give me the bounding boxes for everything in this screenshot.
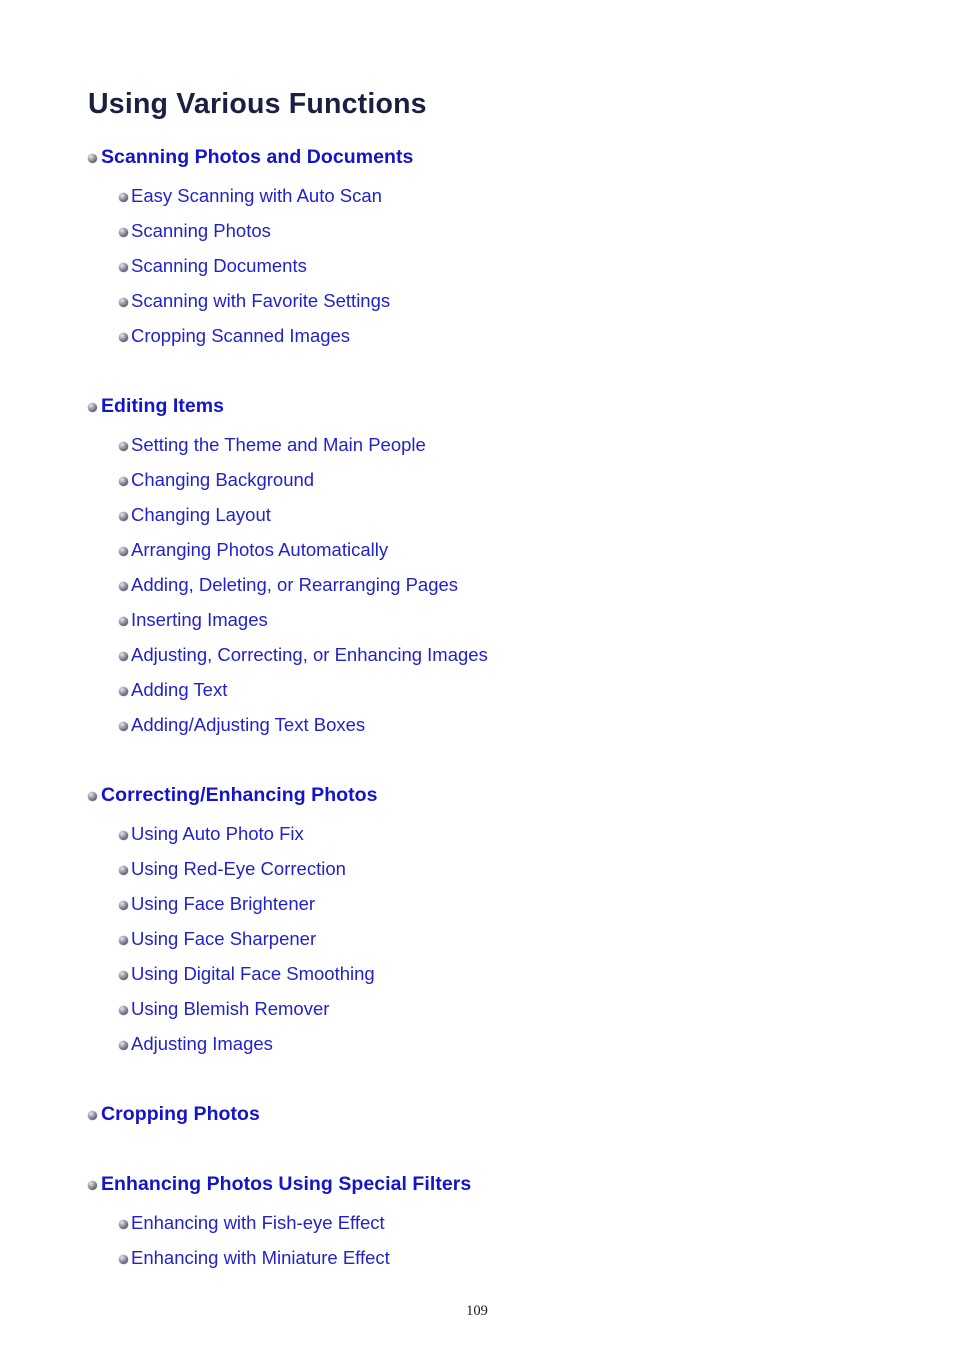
toc-subitem-label: Easy Scanning with Auto Scan xyxy=(131,185,382,207)
sphere-bullet-icon xyxy=(119,1006,128,1015)
toc-subitem-link[interactable]: Using Digital Face Smoothing xyxy=(0,957,954,992)
sphere-bullet-icon xyxy=(119,547,128,556)
toc-subitem-link[interactable]: Arranging Photos Automatically xyxy=(0,533,954,568)
toc-subitem-list: Easy Scanning with Auto Scan Scanning Pho… xyxy=(0,175,954,354)
toc-section-link[interactable]: Enhancing Photos Using Special Filters xyxy=(0,1167,954,1202)
toc-section: Cropping Photos xyxy=(0,1097,954,1132)
toc-subitem-link[interactable]: Enhancing with Fish-eye Effect xyxy=(0,1206,954,1241)
toc-subitem-label: Adding, Deleting, or Rearranging Pages xyxy=(131,574,459,596)
sphere-bullet-icon xyxy=(88,154,97,163)
sphere-bullet-icon xyxy=(119,617,128,626)
toc-subitem-link[interactable]: Changing Background xyxy=(0,463,954,498)
toc-subitem-label: Adding/Adjusting Text Boxes xyxy=(131,714,366,736)
sphere-bullet-icon xyxy=(88,1111,97,1120)
sphere-bullet-icon xyxy=(119,442,128,451)
toc-subitem-label: Enhancing with Miniature Effect xyxy=(131,1247,390,1269)
sphere-bullet-icon xyxy=(88,1181,97,1190)
page-number: 109 xyxy=(466,1303,488,1319)
sphere-bullet-icon xyxy=(119,228,128,237)
sphere-bullet-icon xyxy=(119,901,128,910)
toc-subitem-link[interactable]: Using Face Sharpener xyxy=(0,922,954,957)
toc-subitem-link[interactable]: Adjusting, Correcting, or Enhancing Imag… xyxy=(0,638,954,673)
toc-subitem-link[interactable]: Scanning Photos xyxy=(0,214,954,249)
toc-section-link[interactable]: Scanning Photos and Documents xyxy=(0,140,954,175)
toc-subitem-label: Using Face Brightener xyxy=(131,893,316,915)
sphere-bullet-icon xyxy=(119,866,128,875)
toc-subitem-link[interactable]: Using Red-Eye Correction xyxy=(0,852,954,887)
toc-subitem-link[interactable]: Adding/Adjusting Text Boxes xyxy=(0,708,954,743)
toc-subitem-link[interactable]: Adding Text xyxy=(0,673,954,708)
toc-subitem-link[interactable]: Enhancing with Miniature Effect xyxy=(0,1241,954,1276)
sphere-bullet-icon xyxy=(119,652,128,661)
sphere-bullet-icon xyxy=(88,792,97,801)
document-page: Using Various Functions Scanning Photos … xyxy=(0,0,954,1350)
toc-subitem-link[interactable]: Easy Scanning with Auto Scan xyxy=(0,179,954,214)
toc-section: Scanning Photos and Documents Easy Scanni… xyxy=(0,140,954,354)
toc-subitem-label: Changing Background xyxy=(131,469,315,491)
sphere-bullet-icon xyxy=(119,477,128,486)
toc-subitem-label: Adjusting Images xyxy=(131,1033,273,1055)
sphere-bullet-icon xyxy=(119,263,128,272)
toc-subitem-label: Inserting Images xyxy=(131,609,268,631)
toc-section: Enhancing Photos Using Special Filters En… xyxy=(0,1167,954,1276)
toc-subitem-label: Scanning with Favorite Settings xyxy=(131,290,391,312)
sphere-bullet-icon xyxy=(119,936,128,945)
sphere-bullet-icon xyxy=(119,333,128,342)
toc-subitem-link[interactable]: Scanning with Favorite Settings xyxy=(0,284,954,319)
toc-subitem-label: Scanning Photos xyxy=(131,220,271,242)
toc-subitem-link[interactable]: Adding, Deleting, or Rearranging Pages xyxy=(0,568,954,603)
toc-subitem-label: Cropping Scanned Images xyxy=(131,325,351,347)
toc-subitem-link[interactable]: Using Blemish Remover xyxy=(0,992,954,1027)
sphere-bullet-icon xyxy=(119,722,128,731)
toc-section-label: Cropping Photos xyxy=(101,1102,260,1125)
sphere-bullet-icon xyxy=(119,1041,128,1050)
toc-subitem-link[interactable]: Cropping Scanned Images xyxy=(0,319,954,354)
toc-subitem-link[interactable]: Inserting Images xyxy=(0,603,954,638)
sphere-bullet-icon xyxy=(119,831,128,840)
sphere-bullet-icon xyxy=(119,298,128,307)
sphere-bullet-icon xyxy=(88,403,97,412)
sphere-bullet-icon xyxy=(119,687,128,696)
toc-section-link[interactable]: Editing Items xyxy=(0,389,954,424)
toc-subitem-label: Arranging Photos Automatically xyxy=(131,539,389,561)
sphere-bullet-icon xyxy=(119,193,128,202)
sphere-bullet-icon xyxy=(119,1255,128,1264)
toc-subitem-list: Enhancing with Fish-eye Effect Enhancing … xyxy=(0,1202,954,1276)
toc-subitem-list: Using Auto Photo Fix Using Red-Eye Correc… xyxy=(0,813,954,1062)
sphere-bullet-icon xyxy=(119,1220,128,1229)
toc-subitem-link[interactable]: Adjusting Images xyxy=(0,1027,954,1062)
toc-section-label: Editing Items xyxy=(101,394,225,417)
toc-section-link[interactable]: Cropping Photos xyxy=(0,1097,954,1132)
toc-subitem-label: Adjusting, Correcting, or Enhancing Imag… xyxy=(131,644,488,666)
toc-subitem-link[interactable]: Using Auto Photo Fix xyxy=(0,817,954,852)
toc-subitem-link[interactable]: Scanning Documents xyxy=(0,249,954,284)
toc-subitem-label: Using Red-Eye Correction xyxy=(131,858,346,880)
page-title: Using Various Functions xyxy=(88,88,427,121)
toc-subitem-label: Setting the Theme and Main People xyxy=(131,434,426,456)
toc-section-label: Correcting/Enhancing Photos xyxy=(101,783,378,806)
sphere-bullet-icon xyxy=(119,971,128,980)
toc-subitem-label: Enhancing with Fish-eye Effect xyxy=(131,1212,385,1234)
toc-section: Correcting/Enhancing Photos Using Auto Ph… xyxy=(0,778,954,1062)
sphere-bullet-icon xyxy=(119,582,128,591)
table-of-contents: Scanning Photos and Documents Easy Scanni… xyxy=(0,140,954,1276)
toc-subitem-label: Scanning Documents xyxy=(131,255,307,277)
toc-subitem-link[interactable]: Using Face Brightener xyxy=(0,887,954,922)
toc-subitem-label: Using Blemish Remover xyxy=(131,998,330,1020)
toc-subitem-label: Using Auto Photo Fix xyxy=(131,823,304,845)
toc-section: Editing Items Setting the Theme and Main … xyxy=(0,389,954,743)
sphere-bullet-icon xyxy=(119,512,128,521)
toc-subitem-link[interactable]: Changing Layout xyxy=(0,498,954,533)
toc-section-label: Scanning Photos and Documents xyxy=(101,145,414,168)
toc-section-link[interactable]: Correcting/Enhancing Photos xyxy=(0,778,954,813)
toc-subitem-label: Adding Text xyxy=(131,679,228,701)
toc-section-label: Enhancing Photos Using Special Filters xyxy=(101,1172,472,1195)
toc-subitem-label: Using Face Sharpener xyxy=(131,928,317,950)
toc-subitem-list: Setting the Theme and Main People Changin… xyxy=(0,424,954,743)
toc-subitem-link[interactable]: Setting the Theme and Main People xyxy=(0,428,954,463)
toc-subitem-label: Changing Layout xyxy=(131,504,271,526)
toc-subitem-label: Using Digital Face Smoothing xyxy=(131,963,375,985)
